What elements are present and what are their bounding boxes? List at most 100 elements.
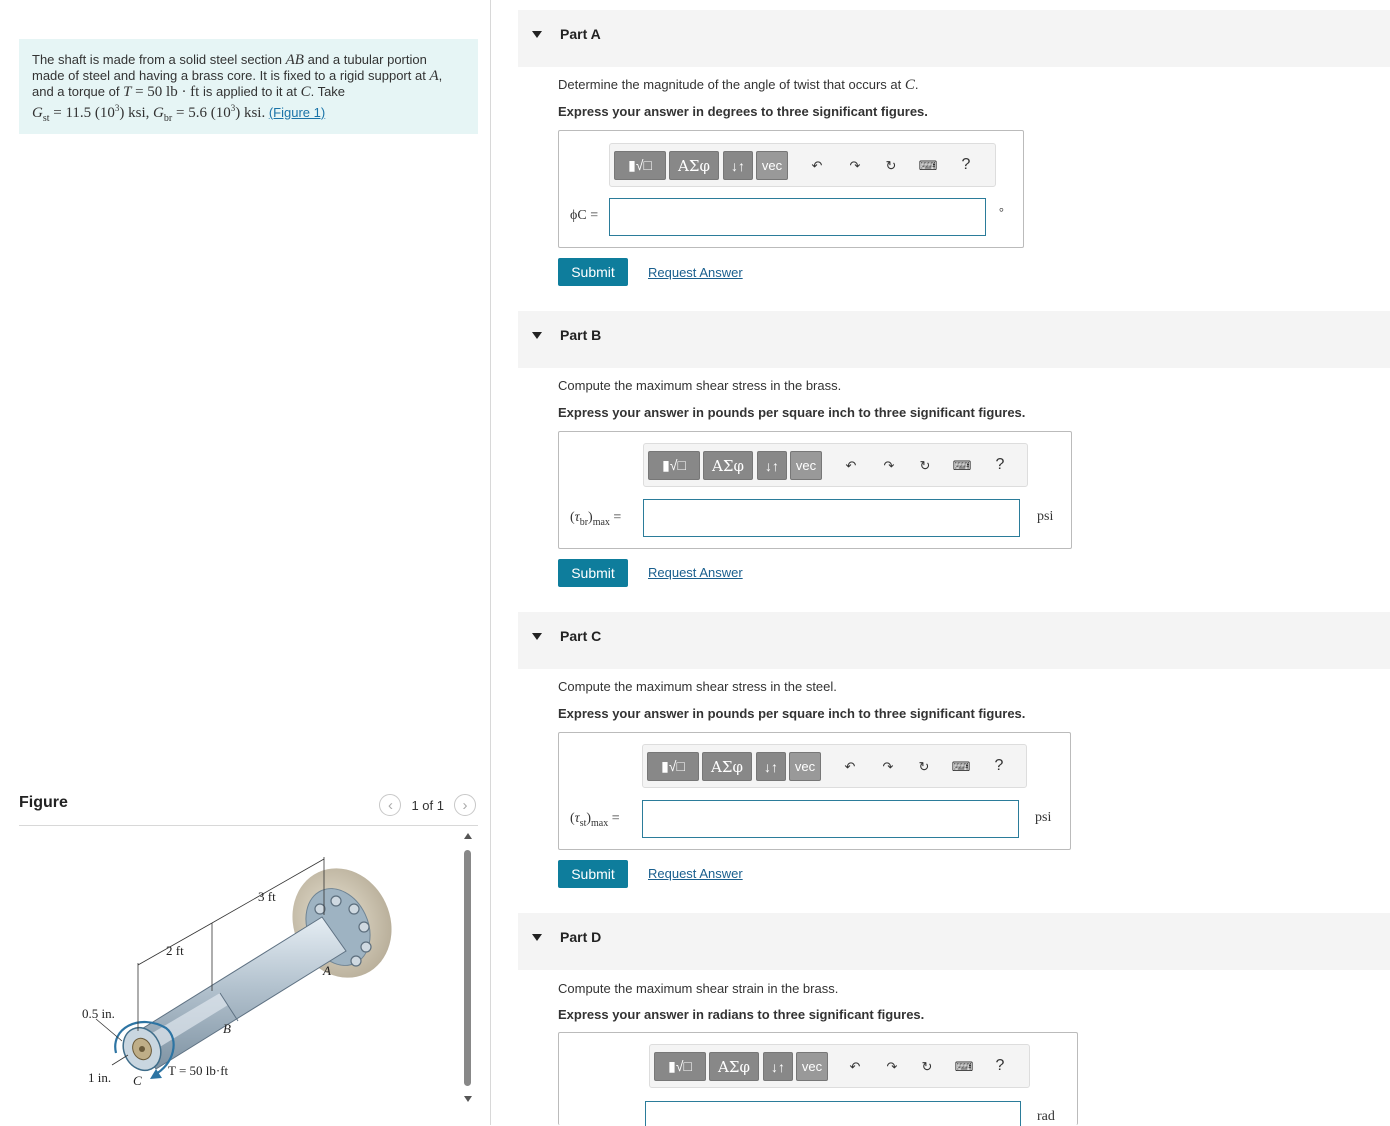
- keyboard-icon[interactable]: ⌨: [952, 457, 972, 475]
- figure-header: Figure ‹ 1 of 1 ›: [19, 790, 478, 826]
- part-d-title: Part D: [560, 929, 602, 945]
- part-a-instruction: Express your answer in degrees to three …: [558, 104, 928, 119]
- part-c-instruction: Express your answer in pounds per square…: [558, 706, 1026, 721]
- help-icon[interactable]: ?: [956, 156, 976, 174]
- part-d-question: Compute the maximum shear strain in the …: [558, 981, 839, 996]
- undo-icon[interactable]: ↶: [845, 1058, 865, 1076]
- label-b: B: [223, 1021, 231, 1036]
- figure-link[interactable]: (Figure 1): [269, 105, 325, 120]
- part-b-unit: psi: [1037, 509, 1054, 524]
- shaft-figure: 3 ft 2 ft A B C 0.5 in. 1 in. T = 50 lb·…: [82, 857, 392, 1088]
- part-b-header[interactable]: Part B: [518, 311, 1390, 368]
- reset-icon[interactable]: ↻: [914, 758, 934, 776]
- part-b-instruction: Express your answer in pounds per square…: [558, 405, 1026, 420]
- part-a-submit-button[interactable]: Submit: [558, 258, 628, 286]
- subscript-superscript-button[interactable]: ↓↑: [723, 151, 753, 180]
- vector-button[interactable]: vec: [756, 151, 788, 180]
- redo-icon[interactable]: ↷: [878, 758, 898, 776]
- reset-icon[interactable]: ↻: [915, 457, 935, 475]
- help-icon[interactable]: ?: [990, 1057, 1010, 1075]
- undo-icon[interactable]: ↶: [840, 758, 860, 776]
- part-d-header[interactable]: Part D: [518, 913, 1390, 970]
- part-b-question: Compute the maximum shear stress in the …: [558, 378, 842, 393]
- vector-button[interactable]: vec: [789, 752, 821, 781]
- collapse-triangle-icon: [532, 31, 542, 38]
- part-b-label: (τbr)max =: [570, 510, 622, 528]
- figure-scrollbar[interactable]: [463, 833, 473, 1105]
- greek-symbols-button[interactable]: ΑΣφ: [702, 752, 752, 781]
- part-a-header[interactable]: Part A: [518, 10, 1390, 67]
- shaft-body: [131, 916, 347, 1070]
- redo-icon[interactable]: ↷: [845, 157, 865, 175]
- vector-button[interactable]: vec: [796, 1052, 828, 1081]
- part-c-submit-button[interactable]: Submit: [558, 860, 628, 888]
- reset-icon[interactable]: ↻: [881, 157, 901, 175]
- vector-button[interactable]: vec: [790, 451, 822, 480]
- redo-icon[interactable]: ↷: [879, 457, 899, 475]
- part-c-answer-input[interactable]: [642, 800, 1019, 838]
- part-c-title: Part C: [560, 628, 602, 644]
- fraction-sqrt-icon: ▮√□: [668, 1058, 692, 1074]
- reset-icon[interactable]: ↻: [917, 1058, 937, 1076]
- part-a-question: Determine the magnitude of the angle of …: [558, 77, 919, 93]
- collapse-triangle-icon: [532, 633, 542, 640]
- left-pane: The shaft is made from a solid steel sec…: [0, 0, 490, 1125]
- subscript-superscript-button[interactable]: ↓↑: [756, 752, 786, 781]
- math-toolbar: ▮√□ ΑΣφ ↓↑ vec ↶ ↷ ↻ ⌨ ?: [642, 744, 1027, 788]
- templates-button[interactable]: ▮√□: [647, 752, 699, 781]
- subscript-superscript-button[interactable]: ↓↑: [757, 451, 787, 480]
- help-icon[interactable]: ?: [990, 456, 1010, 474]
- fraction-sqrt-icon: ▮√□: [628, 157, 652, 173]
- greek-symbols-button[interactable]: ΑΣφ: [703, 451, 753, 480]
- part-a-answer-box: ▮√□ ΑΣφ ↓↑ vec ↶ ↷ ↻ ⌨ ? ϕC = °: [558, 130, 1024, 248]
- part-c-question: Compute the maximum shear stress in the …: [558, 679, 837, 694]
- part-c-label: (τst)max =: [570, 811, 620, 829]
- keyboard-icon[interactable]: ⌨: [918, 157, 938, 175]
- dim-05in: 0.5 in.: [82, 1006, 115, 1021]
- greek-symbols-button[interactable]: ΑΣφ: [709, 1052, 759, 1081]
- part-b-request-answer-link[interactable]: Request Answer: [648, 565, 743, 580]
- undo-icon[interactable]: ↶: [841, 457, 861, 475]
- part-d-instruction: Express your answer in radians to three …: [558, 1007, 925, 1022]
- figure-title: Figure: [19, 794, 68, 811]
- keyboard-icon[interactable]: ⌨: [951, 758, 971, 776]
- help-icon[interactable]: ?: [989, 757, 1009, 775]
- part-b-answer-box: ▮√□ ΑΣφ ↓↑ vec ↶ ↷ ↻ ⌨ ? (τbr)max = psi: [558, 431, 1072, 549]
- part-a-unit: °: [999, 205, 1004, 219]
- collapse-triangle-icon: [532, 332, 542, 339]
- templates-button[interactable]: ▮√□: [614, 151, 666, 180]
- next-figure-button[interactable]: ›: [454, 794, 476, 816]
- part-c-header[interactable]: Part C: [518, 612, 1390, 669]
- part-a-answer-input[interactable]: [609, 198, 986, 236]
- templates-button[interactable]: ▮√□: [648, 451, 700, 480]
- part-a-title: Part A: [560, 26, 601, 42]
- part-b-answer-input[interactable]: [643, 499, 1020, 537]
- subscript-superscript-button[interactable]: ↓↑: [763, 1052, 793, 1081]
- greek-symbols-button[interactable]: ΑΣφ: [669, 151, 719, 180]
- templates-button[interactable]: ▮√□: [654, 1052, 706, 1081]
- problem-statement: The shaft is made from a solid steel sec…: [19, 39, 478, 134]
- part-b-submit-button[interactable]: Submit: [558, 559, 628, 587]
- figure-pager: ‹ 1 of 1 ›: [379, 793, 476, 817]
- part-a-label: ϕC =: [570, 208, 599, 223]
- keyboard-icon[interactable]: ⌨: [954, 1058, 974, 1076]
- collapse-triangle-icon: [532, 934, 542, 941]
- redo-icon[interactable]: ↷: [882, 1058, 902, 1076]
- pane-divider[interactable]: [490, 0, 491, 1125]
- label-c: C: [133, 1073, 142, 1088]
- dim-3ft: 3 ft: [258, 889, 276, 904]
- math-toolbar: ▮√□ ΑΣφ ↓↑ vec ↶ ↷ ↻ ⌨ ?: [609, 143, 996, 187]
- scroll-up-icon[interactable]: [464, 833, 472, 839]
- prev-figure-button[interactable]: ‹: [379, 794, 402, 816]
- math-toolbar: ▮√□ ΑΣφ ↓↑ vec ↶ ↷ ↻ ⌨ ?: [643, 443, 1028, 487]
- undo-icon[interactable]: ↶: [807, 157, 827, 175]
- part-d-answer-box: ▮√□ ΑΣφ ↓↑ vec ↶ ↷ ↻ ⌨ ? rad: [558, 1032, 1078, 1126]
- part-d-answer-input[interactable]: [645, 1101, 1021, 1126]
- scroll-down-icon[interactable]: [464, 1096, 472, 1102]
- fraction-sqrt-icon: ▮√□: [661, 758, 685, 774]
- g-steel: Gst = 11.5 (103) ksi,: [32, 103, 150, 124]
- part-a-request-answer-link[interactable]: Request Answer: [648, 265, 743, 280]
- scroll-thumb[interactable]: [464, 850, 471, 1086]
- math-toolbar: ▮√□ ΑΣφ ↓↑ vec ↶ ↷ ↻ ⌨ ?: [649, 1044, 1030, 1088]
- part-c-request-answer-link[interactable]: Request Answer: [648, 866, 743, 881]
